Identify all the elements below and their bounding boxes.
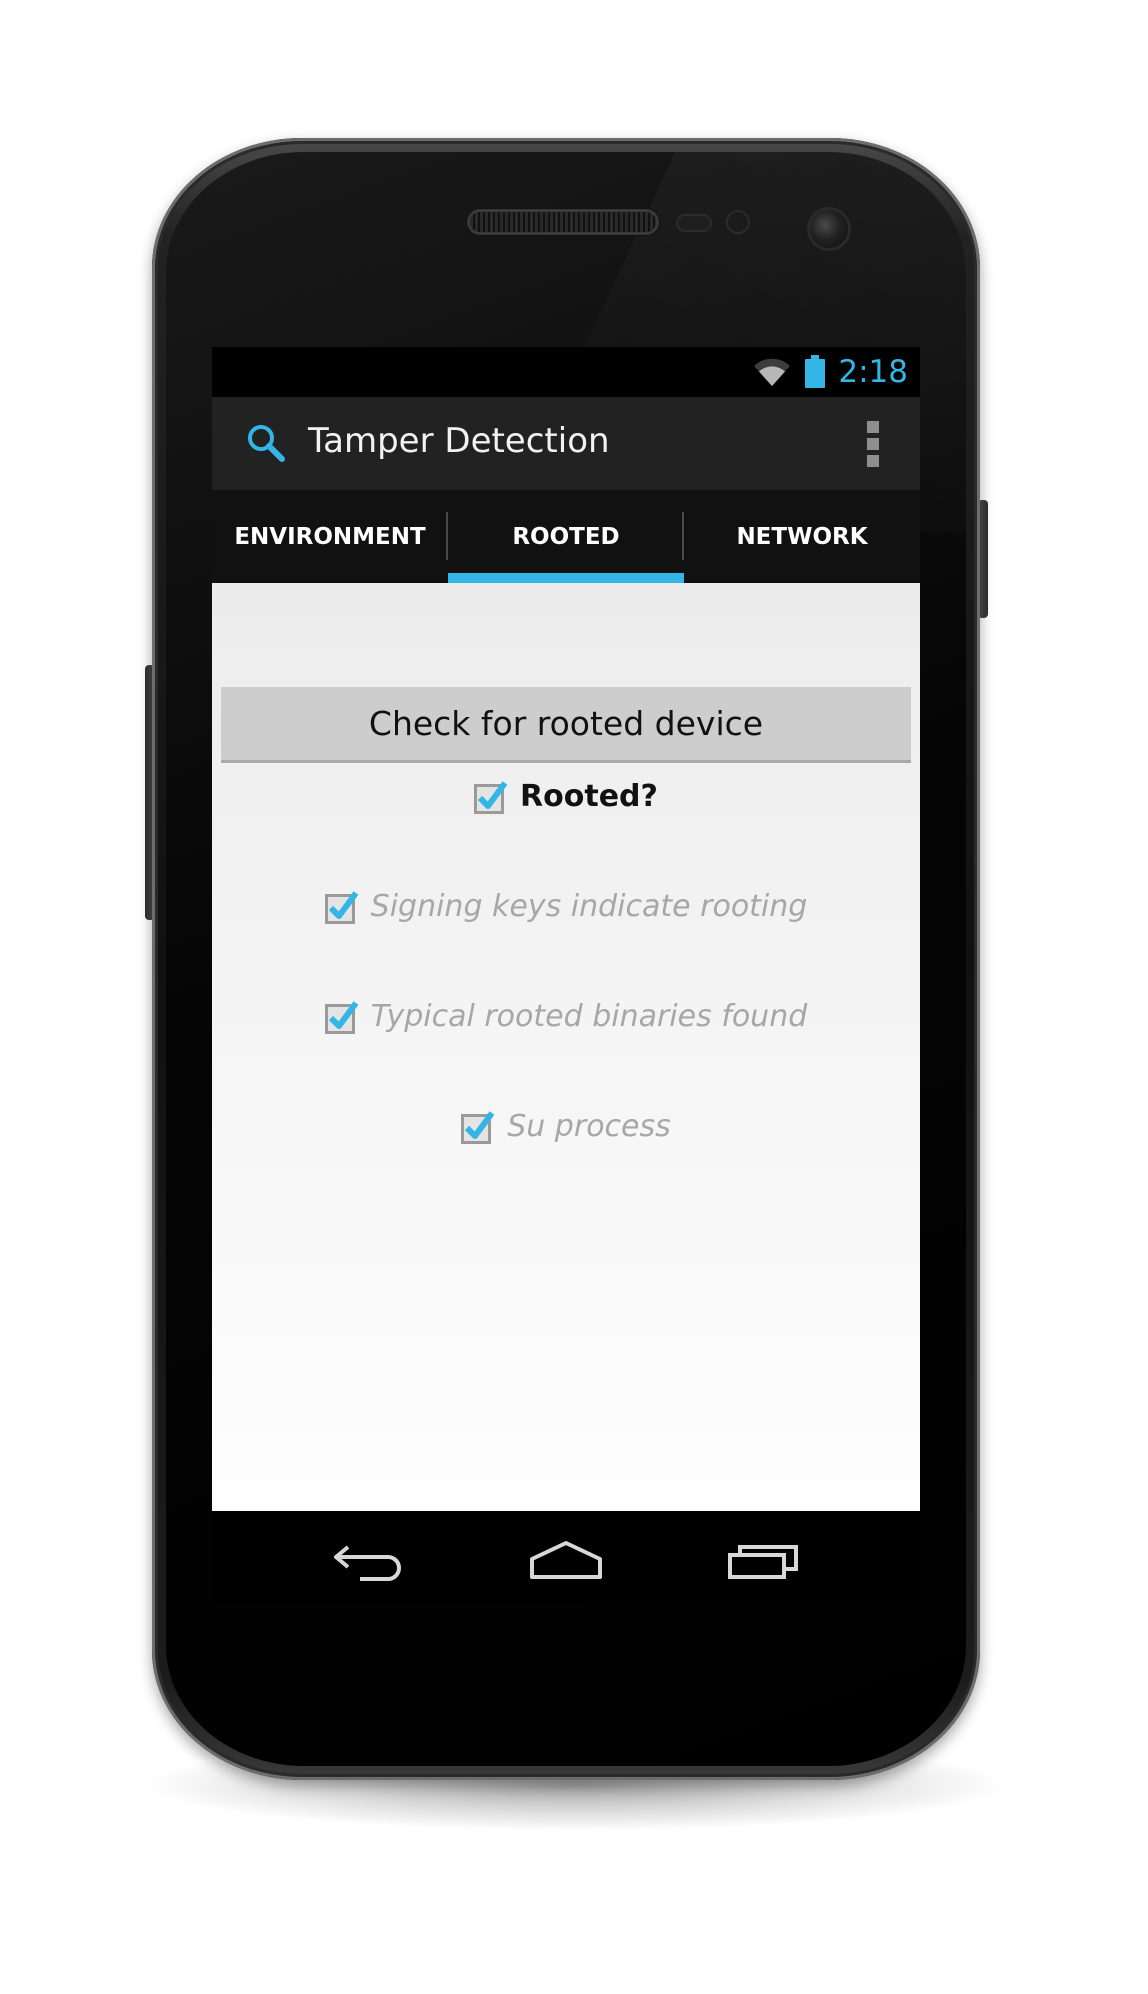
tab-label: NETWORK bbox=[736, 523, 868, 550]
overflow-dot bbox=[867, 421, 879, 433]
proximity-sensor bbox=[678, 216, 710, 230]
check-rooted-button[interactable]: Check for rooted device bbox=[221, 687, 911, 763]
earpiece-speaker bbox=[470, 212, 656, 232]
search-icon[interactable] bbox=[246, 423, 286, 463]
tab-network[interactable]: NETWORK bbox=[684, 490, 920, 583]
tab-environment[interactable]: ENVIRONMENT bbox=[212, 490, 448, 583]
overflow-dot bbox=[867, 455, 879, 467]
wifi-icon bbox=[752, 357, 792, 387]
status-clock: 2:18 bbox=[838, 354, 908, 390]
app-title: Tamper Detection bbox=[308, 421, 610, 461]
checkbox-label: Signing keys indicate rooting bbox=[370, 889, 808, 924]
tab-bar: ENVIRONMENT ROOTED NETWORK bbox=[212, 490, 920, 583]
battery-icon bbox=[804, 355, 826, 389]
checkbox-label: Rooted? bbox=[520, 779, 658, 814]
navigation-bar bbox=[212, 1511, 920, 1605]
overflow-menu-icon[interactable] bbox=[866, 421, 880, 467]
main-content: Check for rooted device Rooted? Signing … bbox=[212, 583, 920, 1511]
checkbox-signing-keys[interactable] bbox=[324, 890, 359, 924]
tab-label: ENVIRONMENT bbox=[234, 523, 426, 550]
back-icon[interactable] bbox=[332, 1531, 412, 1585]
status-bar: 2:18 bbox=[212, 347, 920, 397]
device-screen: 2:18 Tamper Detection ENVIRONMENT ROOTED… bbox=[212, 347, 920, 1605]
tab-rooted[interactable]: ROOTED bbox=[448, 490, 684, 583]
checkbox-label: Typical rooted binaries found bbox=[370, 999, 808, 1034]
checkbox-label: Su process bbox=[507, 1109, 671, 1144]
selected-tab-indicator bbox=[448, 573, 684, 583]
tab-label: ROOTED bbox=[512, 523, 620, 550]
device-mockup: 2:18 Tamper Detection ENVIRONMENT ROOTED… bbox=[0, 0, 1148, 1994]
checkbox-su-process[interactable] bbox=[461, 1110, 495, 1144]
action-bar: Tamper Detection bbox=[212, 397, 920, 491]
checkbox-rooted[interactable] bbox=[474, 780, 508, 814]
home-icon[interactable] bbox=[526, 1531, 606, 1585]
checkbox-binaries[interactable] bbox=[324, 1000, 359, 1034]
recent-apps-icon[interactable] bbox=[724, 1531, 804, 1585]
overflow-dot bbox=[867, 438, 879, 450]
light-sensor bbox=[728, 212, 748, 232]
check-row-su-process: Su process bbox=[212, 1109, 920, 1144]
status-icons: 2:18 bbox=[752, 354, 908, 390]
front-camera bbox=[810, 210, 848, 248]
check-row-rooted: Rooted? bbox=[212, 779, 920, 814]
check-row-signing-keys: Signing keys indicate rooting bbox=[212, 889, 920, 924]
check-row-binaries: Typical rooted binaries found bbox=[212, 999, 920, 1034]
